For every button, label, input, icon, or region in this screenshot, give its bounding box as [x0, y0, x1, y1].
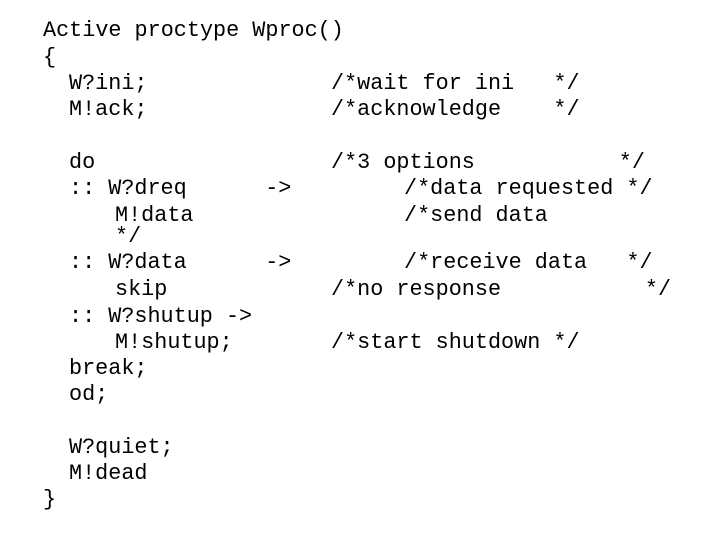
comment-wait-ini: /*wait for ini */ [331, 71, 580, 96]
keyword-od: od; [69, 382, 109, 407]
keyword-break: break; [69, 356, 148, 381]
proctype-header: Active proctype Wproc() [43, 18, 344, 43]
close-brace: } [43, 487, 57, 512]
stmt-receive-quiet: W?quiet; [69, 435, 174, 460]
stmt-receive-ini: W?ini; [69, 71, 148, 96]
option1-guard: :: W?dreq -> [69, 176, 292, 201]
option3-action: M!shutup; [115, 330, 233, 355]
keyword-do: do [69, 150, 96, 175]
comment-send-data: /*send data [404, 203, 548, 228]
option2-guard: :: W?data -> [69, 250, 292, 275]
comment-data-requested: /*data requested */ [404, 176, 653, 201]
option2-action: skip [115, 277, 168, 302]
code-listing: Active proctype Wproc() { W?ini; /*wait … [0, 0, 720, 540]
stmt-send-dead: M!dead [69, 461, 148, 486]
comment-start-shutdown: /*start shutdown */ [331, 330, 580, 355]
comment-acknowledge: /*acknowledge */ [331, 97, 580, 122]
comment-options: /*3 options */ [331, 150, 645, 175]
open-brace: { [43, 45, 57, 70]
comment-send-data-close: */ [115, 224, 142, 249]
comment-receive-data: /*receive data */ [404, 250, 653, 275]
comment-no-response: /*no response */ [331, 277, 672, 302]
stmt-send-ack: M!ack; [69, 97, 148, 122]
option3-guard: :: W?shutup -> [69, 304, 253, 329]
